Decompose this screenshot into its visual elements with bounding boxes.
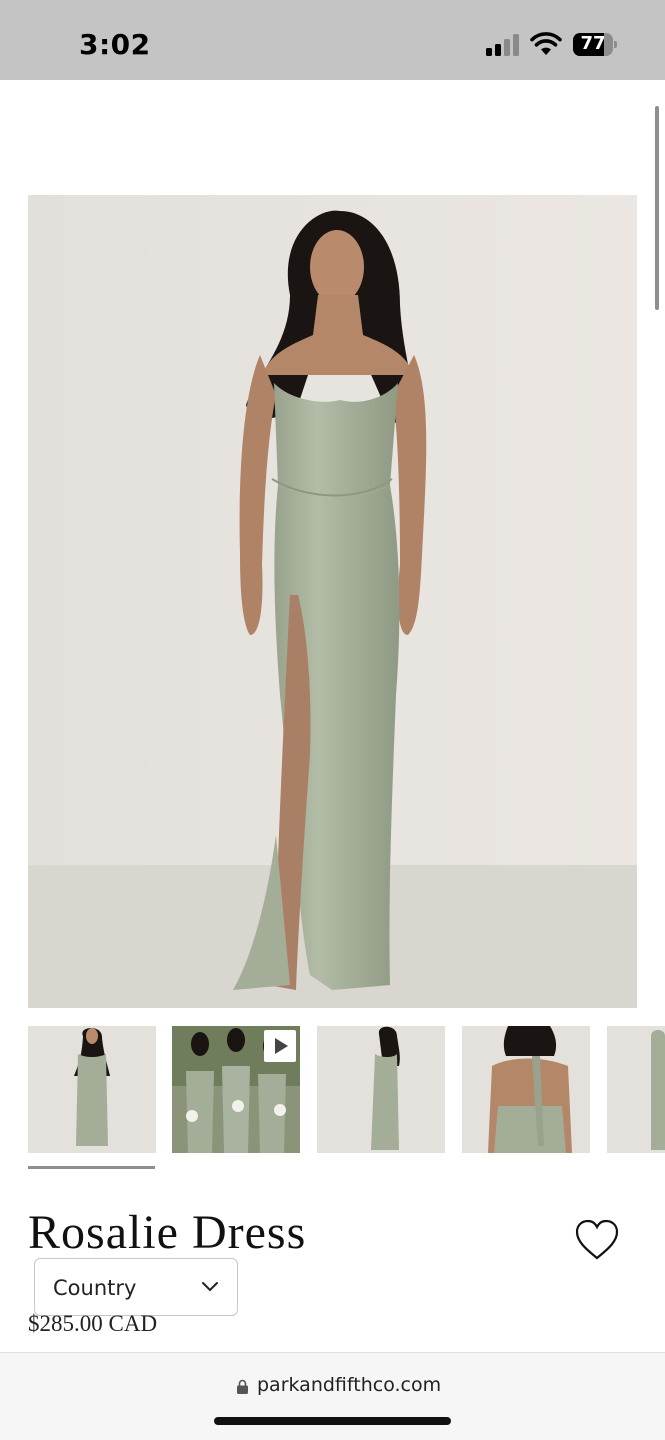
battery-icon: 77 [573,33,617,56]
thumbnail-bridesmaids-group[interactable] [172,1026,300,1153]
browser-address-bar[interactable]: parkandfifthco.com [0,1352,665,1440]
thumbnail-partial[interactable] [607,1026,665,1153]
product-price: $285.00 CAD [28,1311,158,1336]
product-main-image[interactable] [28,195,637,1008]
url-text[interactable]: parkandfifthco.com [257,1374,441,1396]
product-title: Rosalie Dress [28,1206,307,1259]
status-time: 3:02 [79,28,151,61]
heart-icon[interactable] [574,1218,620,1262]
country-select-label: Country [53,1276,137,1300]
battery-level: 77 [580,33,606,54]
home-indicator[interactable] [214,1417,451,1425]
thumbnail-side[interactable] [317,1026,445,1153]
page-scrollbar[interactable] [655,106,659,310]
status-bar: 3:02 77 [0,0,665,80]
thumbnail-front[interactable] [28,1026,156,1153]
dress-photo [28,195,637,1008]
wifi-icon [530,32,562,55]
country-select[interactable]: Country [34,1258,238,1316]
chevron-down-icon [202,1282,218,1292]
lock-icon [237,1379,248,1394]
play-video-icon[interactable] [264,1030,296,1062]
thumbnail-back[interactable] [462,1026,590,1153]
signal-icon [486,34,520,56]
selected-thumbnail-indicator [28,1166,155,1169]
